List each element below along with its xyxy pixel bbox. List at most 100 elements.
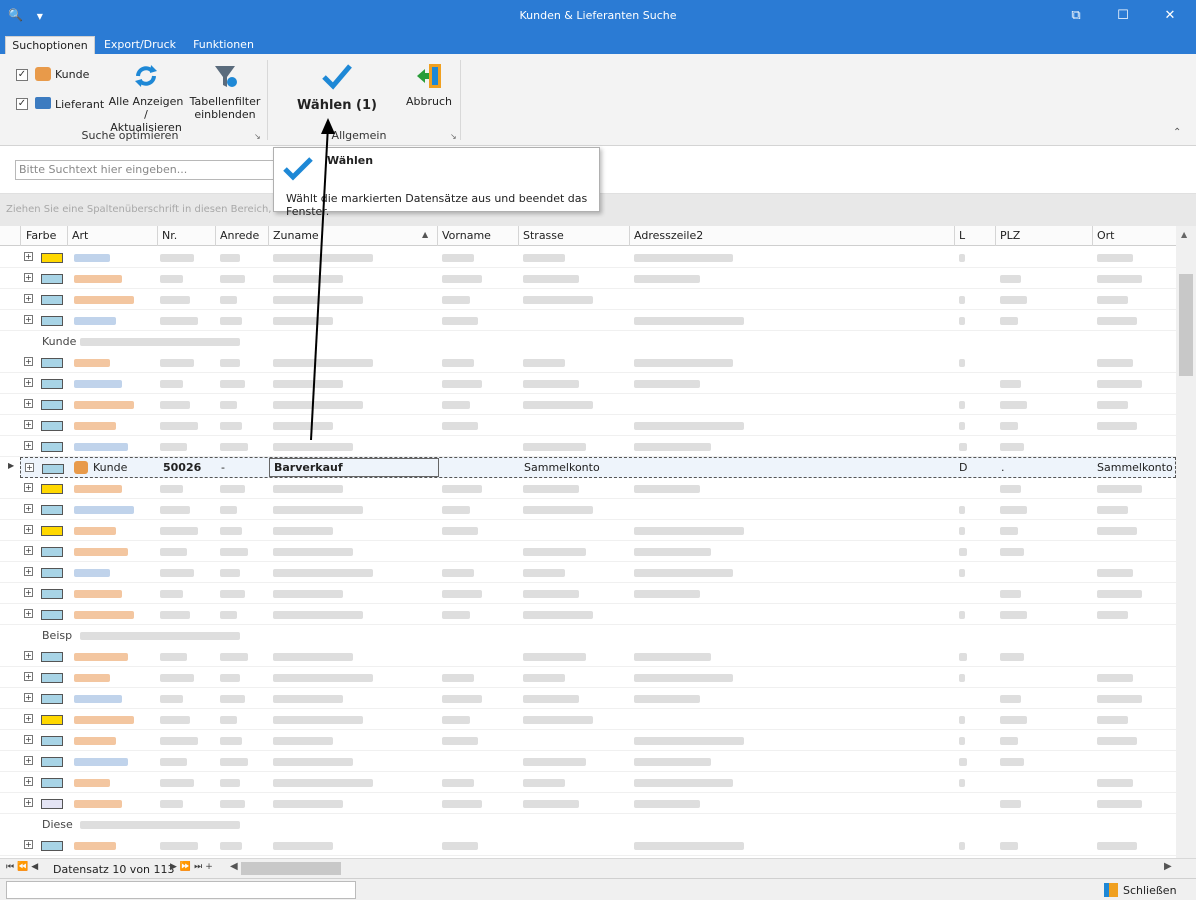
expand-row-icon[interactable]: + (24, 315, 33, 324)
table-row[interactable]: + (0, 310, 1176, 331)
expand-row-icon[interactable]: + (24, 273, 33, 282)
column-header-adresszeile2[interactable]: Adresszeile2 (634, 229, 703, 242)
table-row[interactable]: + (0, 793, 1176, 814)
vertical-scrollbar[interactable]: ▲ (1176, 226, 1196, 858)
expand-row-icon[interactable]: + (24, 252, 33, 261)
table-row[interactable]: + (0, 289, 1176, 310)
table-row[interactable]: + (0, 562, 1176, 583)
scroll-up-icon[interactable]: ▲ (1181, 230, 1187, 239)
expand-row-icon[interactable]: + (24, 588, 33, 597)
column-header-art[interactable]: Art (72, 229, 88, 242)
blurred-cell (273, 380, 343, 388)
refresh-label-1: Alle Anzeigen / (108, 95, 184, 121)
table-row[interactable]: + (0, 646, 1176, 667)
table-row[interactable]: + (0, 835, 1176, 856)
expand-row-icon[interactable]: + (24, 651, 33, 660)
choose-button[interactable]: Wählen (1) (294, 58, 380, 112)
table-row[interactable]: + (0, 478, 1176, 499)
color-swatch (41, 505, 63, 515)
tab-suchoptionen[interactable]: Suchoptionen (5, 36, 95, 54)
table-row[interactable]: + (0, 268, 1176, 289)
blurred-cell (523, 674, 565, 682)
table-row[interactable]: + (0, 520, 1176, 541)
cancel-button[interactable]: Abbruch (400, 60, 458, 108)
expand-row-icon[interactable]: + (24, 735, 33, 744)
table-row[interactable]: + (0, 688, 1176, 709)
column-header-ort[interactable]: Ort (1097, 229, 1115, 242)
table-row[interactable]: + (0, 751, 1176, 772)
table-row[interactable]: + (0, 373, 1176, 394)
table-row[interactable]: + (0, 436, 1176, 457)
expand-row-icon[interactable]: + (24, 798, 33, 807)
close-icon[interactable]: ✕ (1147, 0, 1193, 32)
expand-row-icon[interactable]: + (24, 777, 33, 786)
collapse-ribbon-icon[interactable]: ⌃ (1173, 127, 1181, 138)
lieferant-checkbox[interactable]: ✓ (16, 98, 28, 110)
table-row[interactable]: + (0, 604, 1176, 625)
hscroll-left-icon[interactable]: ◀ (230, 861, 238, 872)
expand-row-icon[interactable]: + (24, 420, 33, 429)
group-row[interactable]: Kunde (0, 331, 1176, 352)
hscroll-right-icon[interactable]: ▶ (1164, 861, 1172, 872)
expand-row-icon[interactable]: + (24, 714, 33, 723)
blurred-cell (959, 611, 965, 619)
table-row[interactable]: + (0, 247, 1176, 268)
table-filter-button[interactable]: Tabellenfilter einblenden (188, 60, 262, 121)
focused-cell[interactable] (269, 458, 439, 477)
table-row[interactable]: + (0, 709, 1176, 730)
column-header-farbe[interactable]: Farbe (26, 229, 56, 242)
expand-row-icon[interactable]: + (24, 840, 33, 849)
expand-row-icon[interactable]: + (24, 294, 33, 303)
table-row[interactable]: + (0, 772, 1176, 793)
table-row[interactable]: + (0, 541, 1176, 562)
hscroll-thumb[interactable] (241, 862, 341, 875)
column-header-plz[interactable]: PLZ (1000, 229, 1020, 242)
table-row[interactable]: + (0, 499, 1176, 520)
tab-funktionen[interactable]: Funktionen (186, 36, 261, 54)
column-header-l[interactable]: L (959, 229, 965, 242)
color-swatch (41, 295, 63, 305)
blurred-cell (523, 296, 593, 304)
maximize-icon[interactable]: ☐ (1100, 0, 1146, 32)
expand-row-icon[interactable]: + (24, 756, 33, 765)
table-row[interactable]: + (0, 352, 1176, 373)
table-row[interactable]: + (0, 667, 1176, 688)
nav-next-last-icons[interactable]: ▶⏩⏭+ (170, 862, 216, 872)
group-row[interactable]: Beisp (0, 625, 1176, 646)
group-launcher-icon-2[interactable]: ↘ (450, 132, 457, 141)
column-header-strasse[interactable]: Strasse (523, 229, 564, 242)
table-row-selected[interactable]: ▶ + Kunde 50026- Barverkauf Sammelkonto D. Samm… (8, 457, 1176, 478)
column-header-zuname[interactable]: Zuname (273, 229, 319, 242)
close-window-button[interactable]: Schließen (1123, 884, 1177, 897)
column-header-vorname[interactable]: Vorname (442, 229, 491, 242)
table-row[interactable]: + (0, 730, 1176, 751)
group-launcher-icon[interactable]: ↘ (254, 132, 261, 141)
restore-icon[interactable]: ⧉ (1053, 0, 1099, 32)
expand-row-icon[interactable]: + (24, 693, 33, 702)
nav-first-prev-icons[interactable]: ⏮⏪◀ (6, 862, 41, 872)
expand-row-icon[interactable]: + (24, 567, 33, 576)
refresh-button[interactable]: Alle Anzeigen / Aktualisieren (106, 60, 186, 134)
column-header-anrede[interactable]: Anrede (220, 229, 259, 242)
expand-row-icon[interactable]: + (24, 546, 33, 555)
table-row[interactable]: + (0, 394, 1176, 415)
expand-row-icon[interactable]: + (24, 609, 33, 618)
expand-row-icon[interactable]: + (24, 525, 33, 534)
expand-row-icon[interactable]: + (24, 504, 33, 513)
scroll-thumb[interactable] (1179, 274, 1193, 376)
table-row[interactable]: + (0, 415, 1176, 436)
tab-export-druck[interactable]: Export/Druck (100, 36, 180, 54)
column-header-nr[interactable]: Nr. (162, 229, 177, 242)
search-input[interactable]: Bitte Suchtext hier eingeben... (15, 160, 280, 180)
expand-row-icon[interactable]: + (24, 483, 33, 492)
expand-row-icon[interactable]: + (24, 378, 33, 387)
expand-row-icon[interactable]: + (25, 463, 34, 472)
expand-row-icon[interactable]: + (24, 399, 33, 408)
group-row[interactable]: Diese (0, 814, 1176, 835)
color-swatch (41, 526, 63, 536)
expand-row-icon[interactable]: + (24, 672, 33, 681)
kunde-checkbox[interactable]: ✓ (16, 69, 28, 81)
expand-row-icon[interactable]: + (24, 441, 33, 450)
expand-row-icon[interactable]: + (24, 357, 33, 366)
table-row[interactable]: + (0, 583, 1176, 604)
